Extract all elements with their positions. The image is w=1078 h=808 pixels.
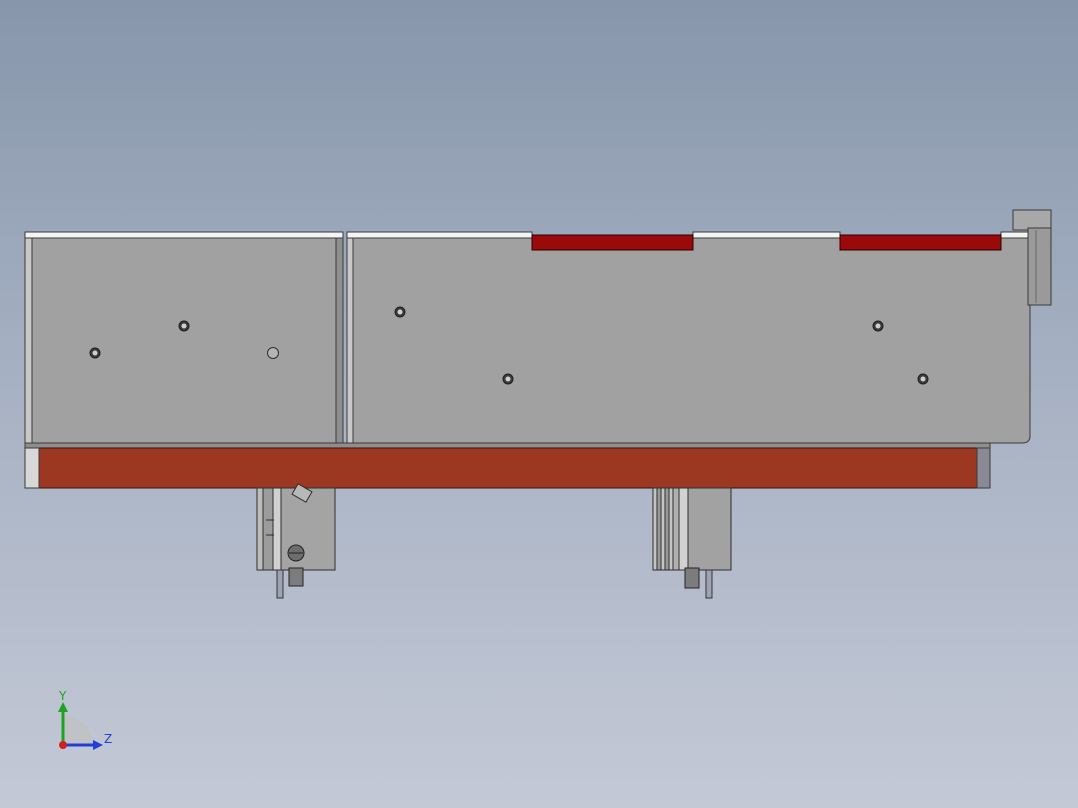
screw-hole-inner [397, 309, 403, 315]
pin-rod [276, 569, 284, 599]
y-arrow-head-icon [58, 702, 68, 712]
z-arrow-head-icon [93, 740, 103, 750]
screw-hole-inner [181, 323, 187, 329]
red-rail-strip[interactable] [839, 234, 1002, 251]
screw-hole-inner [505, 376, 511, 382]
red-rail-strip[interactable] [531, 234, 694, 251]
top-cover-segment[interactable] [346, 231, 533, 239]
top-cover-segment[interactable] [1000, 231, 1032, 239]
base-end-cap-right [976, 447, 991, 489]
screw-hole [267, 347, 279, 359]
cad-graphics-area[interactable]: Y Z [0, 0, 1078, 808]
assembly-model-view[interactable]: Y Z [0, 0, 1078, 808]
base-end-cap-left [24, 447, 40, 489]
base-plate[interactable] [24, 442, 991, 489]
motor-shaft [288, 567, 304, 587]
y-axis-label: Y [58, 689, 67, 703]
orientation-triad: Y Z [58, 689, 112, 750]
screw-hole-inner [92, 350, 98, 356]
x-axis-origin-icon [59, 741, 67, 749]
motor-unit-right[interactable] [652, 487, 732, 599]
right-side-panel[interactable] [346, 231, 1032, 444]
pin-rod [705, 569, 713, 599]
motor-unit-left[interactable] [256, 483, 336, 599]
screw-hole-inner [875, 323, 881, 329]
z-axis-label: Z [104, 732, 112, 746]
screw-hole-inner [920, 376, 926, 382]
motor-shaft [684, 567, 700, 589]
left-side-panel[interactable] [24, 231, 344, 445]
triad-quadrant [63, 715, 93, 745]
top-cover-segment[interactable] [692, 231, 841, 239]
left-top-cover[interactable] [24, 231, 344, 239]
